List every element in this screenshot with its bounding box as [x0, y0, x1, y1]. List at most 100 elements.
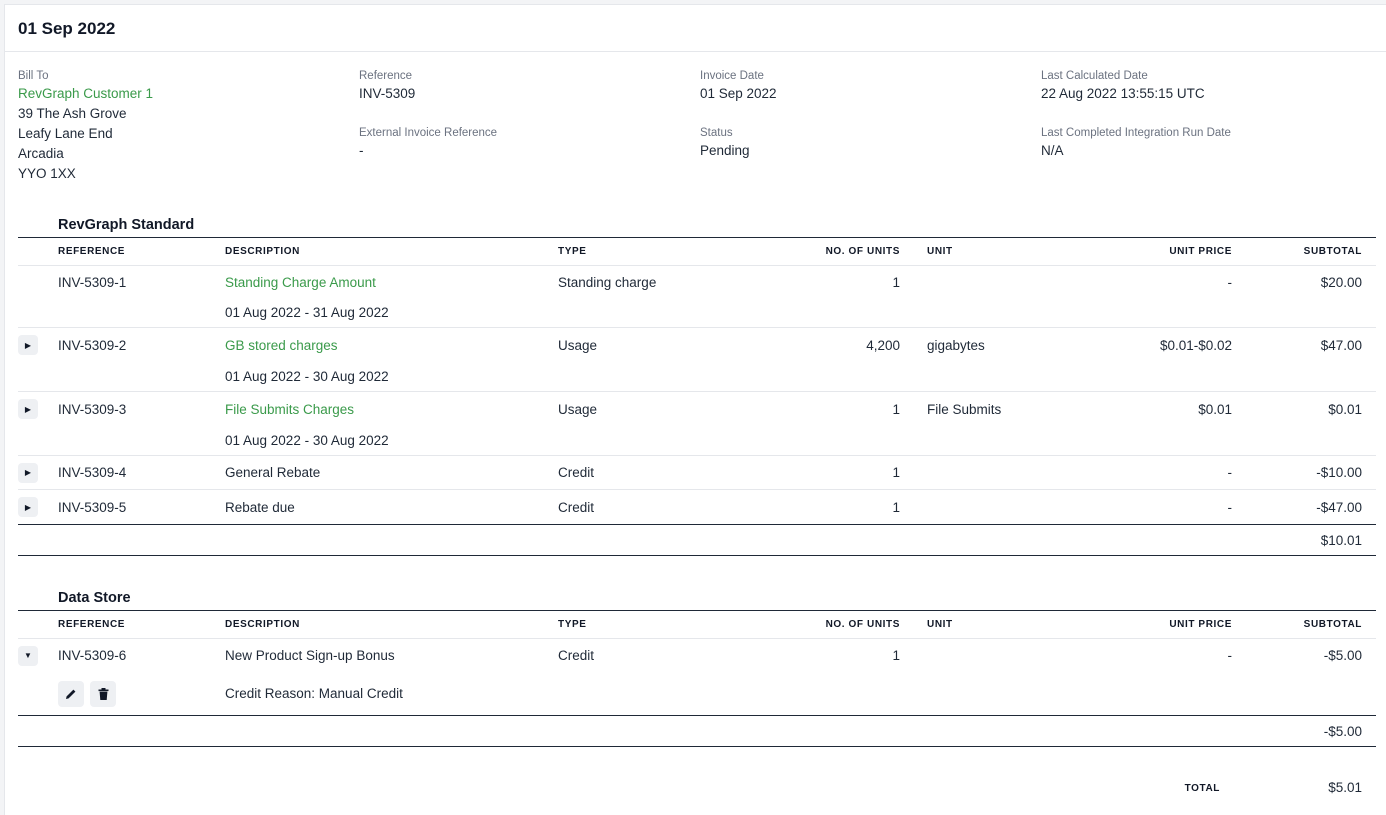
row-type: Standing charge — [558, 274, 657, 290]
row-unit-price: $0.01 — [1198, 401, 1232, 417]
row-subtotal: $47.00 — [1320, 337, 1362, 353]
total-value: $5.01 — [1328, 780, 1362, 795]
row-description: New Product Sign-up Bonus — [225, 648, 395, 663]
row-reference: INV-5309-5 — [58, 499, 127, 515]
invoice-date-value: 01 Sep 2022 — [700, 86, 777, 101]
row-description: General Rebate — [225, 465, 321, 480]
row-unit-price: $0.01-$0.02 — [1159, 337, 1232, 353]
expand-row-button[interactable]: ▶ — [18, 497, 38, 517]
row-subtotal: $20.00 — [1320, 274, 1362, 290]
expand-row-button[interactable]: ▶ — [18, 335, 38, 355]
expand-row-button[interactable]: ▶ — [18, 399, 38, 419]
calc-block: Last Calculated Date 22 Aug 2022 13:55:1… — [1041, 69, 1371, 161]
row-unit-price: - — [1227, 274, 1233, 290]
section-sum: $10.01 — [1232, 524, 1362, 556]
caret-right-icon: ▶ — [24, 404, 32, 414]
section-sum: -$5.00 — [1232, 715, 1362, 747]
caret-right-icon: ▶ — [24, 468, 32, 477]
col-unit-price: UNIT PRICE — [1127, 237, 1232, 266]
row-subtotal: -$5.00 — [1323, 648, 1362, 663]
invoice-date-label: Invoice Date — [700, 70, 764, 82]
row-unit: File Submits — [927, 401, 1002, 417]
last-integration-label: Last Completed Integration Run Date — [1041, 127, 1231, 139]
col-subtotal: SUBTOTAL — [1232, 237, 1362, 266]
row-subtotal: $0.01 — [1328, 401, 1362, 417]
section-sum-row: $10.01 — [18, 524, 1376, 556]
bill-to-block: Bill To RevGraph Customer 1 39 The Ash G… — [18, 69, 348, 184]
row-reference: INV-5309-1 — [58, 274, 127, 290]
caret-right-icon: ▶ — [24, 340, 32, 350]
table-row: ▶ INV-5309-5 Rebate due Credit 1 - -$47.… — [18, 490, 1376, 525]
expand-row-button[interactable]: ▶ — [18, 462, 38, 483]
row-credit-reason: Credit Reason: Manual Credit — [225, 686, 403, 701]
external-ref-label: External Invoice Reference — [359, 127, 498, 139]
row-description-link[interactable]: File Submits Charges — [225, 392, 558, 427]
section-sum-row: -$5.00 — [18, 715, 1376, 747]
table-row: ▶ INV-5309-2 GB stored charges Usage 4,2… — [18, 328, 1376, 363]
row-period: 01 Aug 2022 - 30 Aug 2022 — [225, 433, 389, 448]
row-unit-price: - — [1227, 465, 1233, 480]
row-type: Credit — [558, 499, 595, 515]
row-reference: INV-5309-4 — [58, 465, 127, 480]
total-label: TOTAL — [1184, 783, 1220, 794]
invoice-card: 01 Sep 2022 Bill To RevGraph Customer 1 … — [4, 4, 1386, 815]
reference-label: Reference — [359, 70, 413, 82]
edit-button[interactable] — [58, 680, 84, 707]
status-label: Status — [700, 127, 733, 139]
page-title: 01 Sep 2022 — [18, 19, 116, 38]
row-units: 1 — [892, 274, 900, 290]
row-description-link[interactable]: GB stored charges — [225, 328, 558, 363]
row-units: 4,200 — [866, 337, 900, 353]
row-type: Usage — [558, 337, 598, 353]
row-detail: 01 Aug 2022 - 31 Aug 2022 — [18, 298, 1376, 328]
customer-link[interactable]: RevGraph Customer 1 — [18, 84, 348, 104]
col-units: NO. OF UNITS — [758, 610, 900, 639]
trash-icon — [98, 687, 108, 700]
row-detail: 01 Aug 2022 - 30 Aug 2022 — [18, 362, 1376, 392]
invoice-info: Bill To RevGraph Customer 1 39 The Ash G… — [5, 52, 1386, 202]
line-items-table: REFERENCE DESCRIPTION TYPE NO. OF UNITS … — [18, 610, 1376, 747]
row-subtotal: -$47.00 — [1316, 499, 1362, 515]
row-subtotal: -$10.00 — [1316, 465, 1362, 480]
col-description: DESCRIPTION — [225, 610, 558, 639]
table-row: INV-5309-1 Standing Charge Amount Standi… — [18, 266, 1376, 299]
row-reference: INV-5309-2 — [58, 337, 127, 353]
caret-right-icon: ▶ — [24, 502, 32, 512]
col-subtotal: SUBTOTAL — [1232, 610, 1362, 639]
row-type: Credit — [558, 465, 595, 480]
collapse-row-button[interactable]: ▼ — [18, 645, 38, 666]
reference-block: Reference INV-5309 External Invoice Refe… — [359, 69, 689, 161]
col-unit: UNIT — [927, 610, 1127, 639]
row-period: 01 Aug 2022 - 31 Aug 2022 — [225, 305, 389, 320]
table-row: ▼ INV-5309-6 New Product Sign-up Bonus C… — [18, 639, 1376, 673]
pencil-icon — [66, 689, 76, 699]
col-unit: UNIT — [927, 237, 1127, 266]
col-type: TYPE — [558, 237, 758, 266]
invoice-total: TOTAL $5.01 — [5, 777, 1386, 807]
row-type: Usage — [558, 401, 598, 417]
row-unit — [927, 490, 1127, 525]
row-units: 1 — [892, 401, 900, 417]
row-period: 01 Aug 2022 - 30 Aug 2022 — [225, 369, 389, 384]
section-title: RevGraph Standard — [58, 217, 195, 233]
row-unit — [927, 639, 1127, 673]
last-calculated-label: Last Calculated Date — [1041, 70, 1148, 82]
address-line: Arcadia — [18, 146, 64, 161]
row-detail: 01 Aug 2022 - 30 Aug 2022 — [18, 426, 1376, 456]
delete-button[interactable] — [90, 680, 116, 707]
col-type: TYPE — [558, 610, 758, 639]
section-data-store: Data Store REFERENCE DESCRIPTION TYPE NO… — [18, 588, 1376, 758]
caret-down-icon: ▼ — [24, 651, 32, 660]
row-unit-price: - — [1227, 648, 1233, 663]
row-units: 1 — [892, 648, 900, 663]
row-reference: INV-5309-3 — [58, 401, 127, 417]
row-units: 1 — [892, 499, 900, 515]
invoice-header: 01 Sep 2022 — [5, 5, 1386, 52]
last-calculated-value: 22 Aug 2022 13:55:15 UTC — [1041, 86, 1205, 101]
status-value: Pending — [700, 143, 750, 158]
row-unit — [927, 266, 1127, 299]
row-description-link[interactable]: Standing Charge Amount — [225, 266, 558, 299]
col-reference: REFERENCE — [58, 237, 225, 266]
address-line: 39 The Ash Grove — [18, 106, 127, 121]
table-row: ▶ INV-5309-4 General Rebate Credit 1 - -… — [18, 456, 1376, 490]
